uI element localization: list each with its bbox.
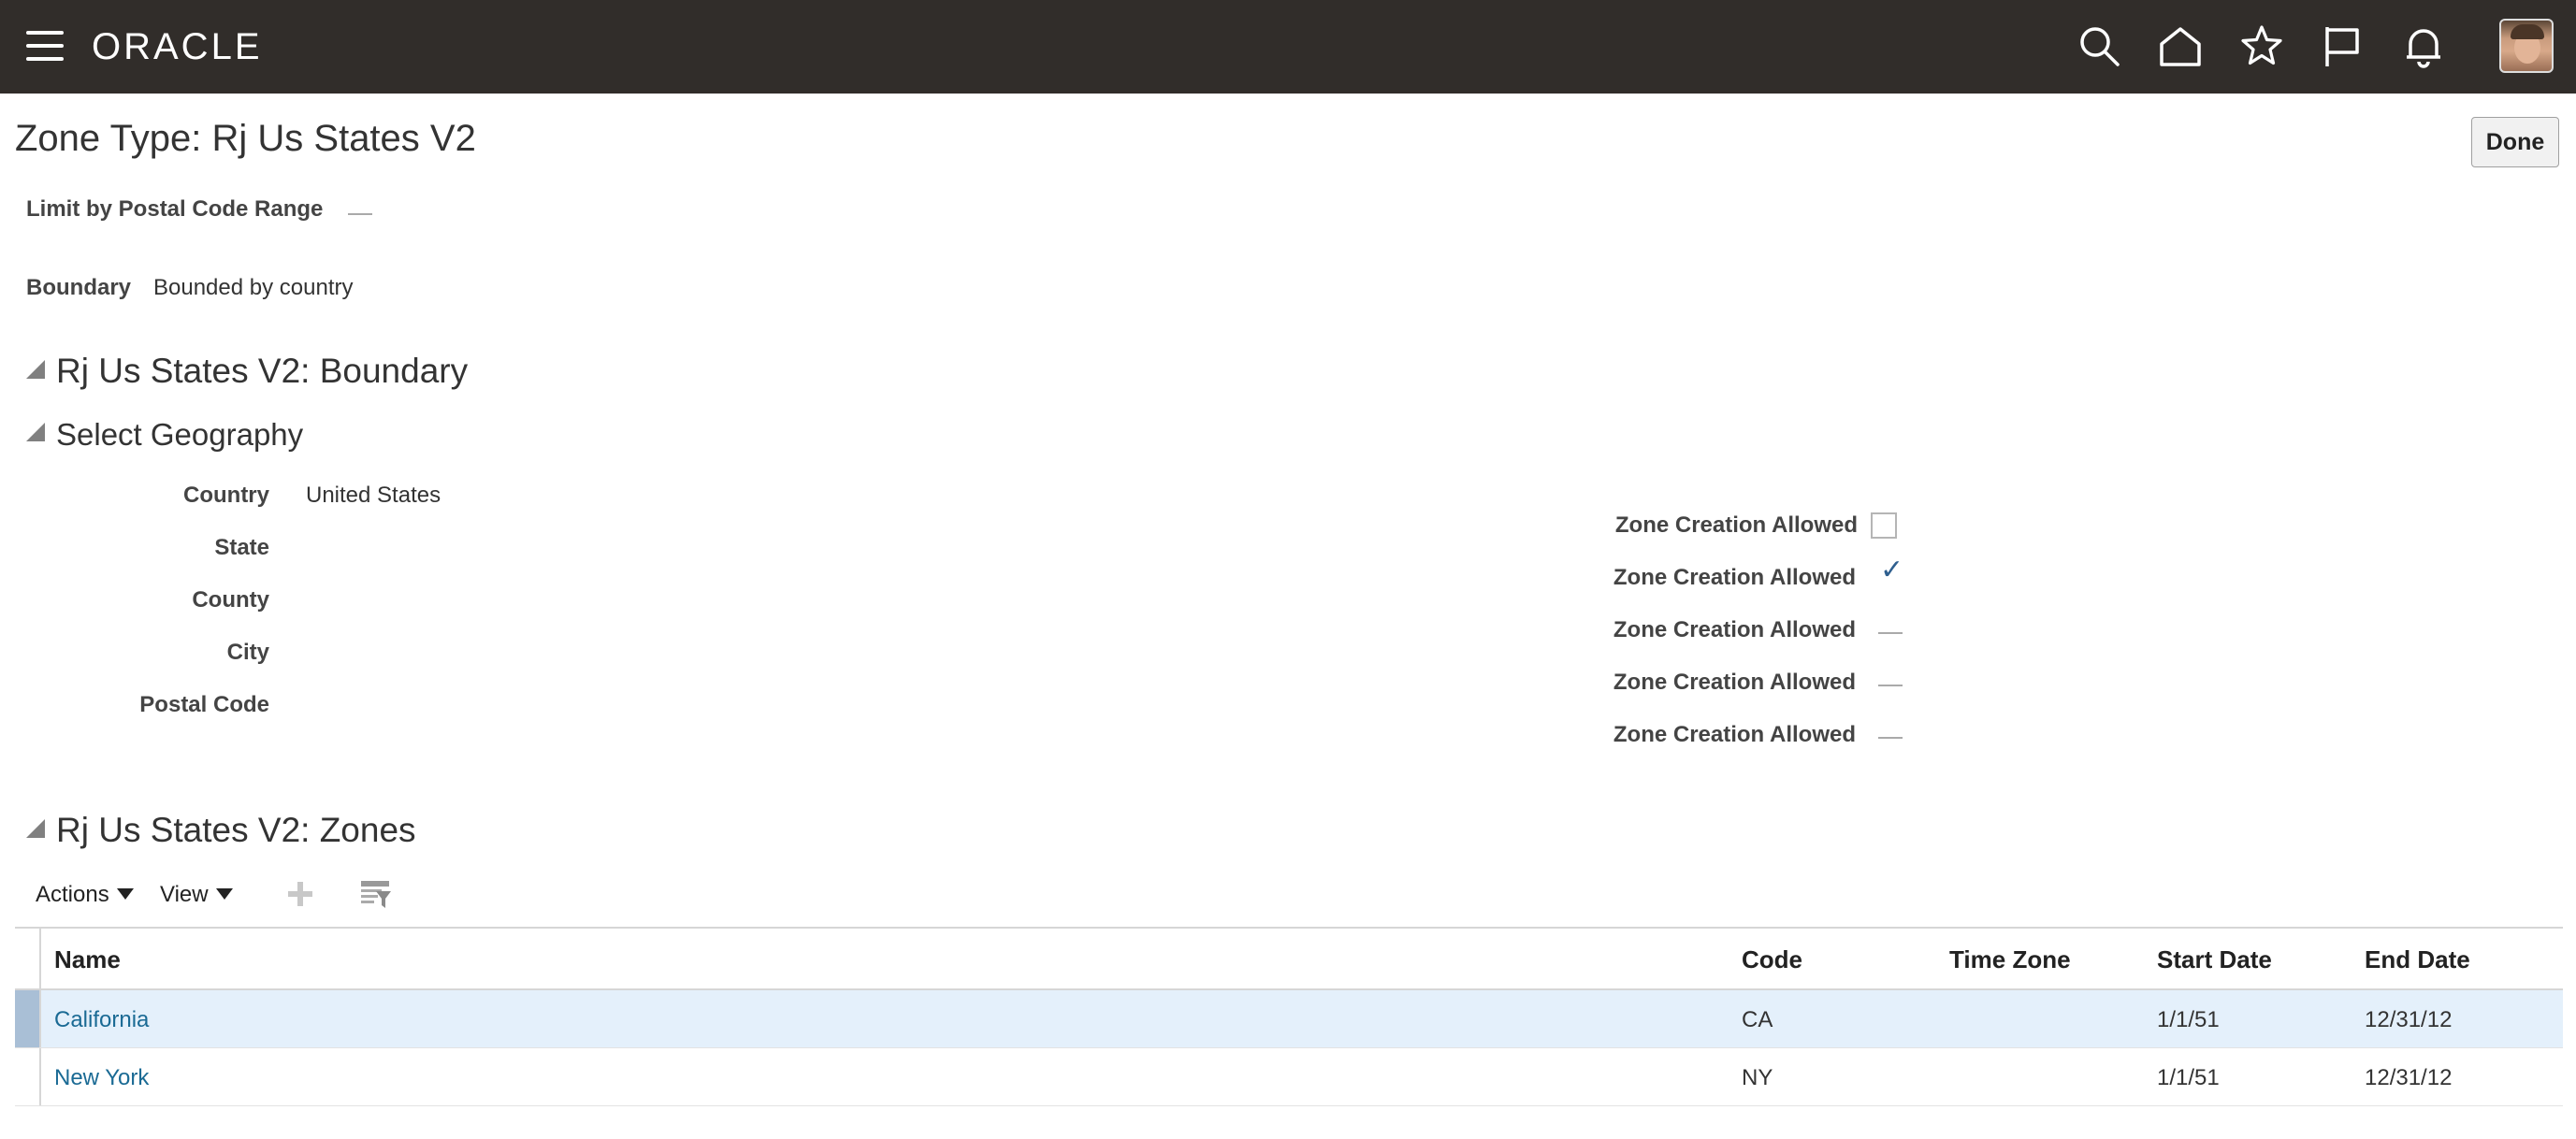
zone-code: CA	[1742, 1007, 1773, 1032]
boundary-value: Bounded by country	[153, 275, 354, 300]
zone-creation-allowed-value-county	[1878, 632, 1903, 634]
zone-name-link[interactable]: New York	[54, 1065, 149, 1091]
home-icon[interactable]	[2158, 23, 2203, 68]
table-header-row: Name Code Time Zone Start Date End Date	[15, 927, 2563, 992]
geo-level-label-city: City	[226, 640, 269, 665]
table-row[interactable]: New York NY 1/1/51 12/31/12	[15, 1048, 2563, 1106]
actions-menu-label: Actions	[36, 882, 109, 907]
section-zones-header[interactable]: Rj Us States V2: Zones	[26, 811, 416, 850]
zone-creation-allowed-value-city	[1878, 685, 1903, 686]
zone-start-date: 1/1/51	[2157, 1065, 2220, 1090]
search-icon[interactable]	[2077, 23, 2121, 68]
geo-level-label-state: State	[214, 535, 269, 560]
star-icon[interactable]	[2239, 23, 2284, 68]
collapse-triangle-icon[interactable]	[26, 360, 45, 379]
section-boundary-title: Rj Us States V2: Boundary	[56, 352, 469, 390]
column-header-time-zone[interactable]: Time Zone	[1949, 945, 2071, 974]
column-header-end-date[interactable]: End Date	[2365, 945, 2470, 974]
zone-creation-allowed-label-state: Zone Creation Allowed	[1613, 565, 1856, 590]
caret-down-icon	[215, 888, 233, 900]
zone-end-date: 12/31/12	[2365, 1007, 2453, 1032]
zone-creation-allowed-value-postal-code	[1878, 737, 1903, 739]
zone-end-date: 12/31/12	[2365, 1065, 2453, 1090]
zone-code: NY	[1742, 1065, 1773, 1090]
geo-level-label-county: County	[192, 587, 269, 613]
add-icon[interactable]	[285, 879, 315, 909]
done-button[interactable]: Done	[2471, 117, 2559, 167]
section-boundary-header[interactable]: Rj Us States V2: Boundary	[26, 352, 468, 391]
view-menu-label: View	[160, 882, 209, 907]
collapse-triangle-icon[interactable]	[26, 423, 45, 441]
column-header-start-date[interactable]: Start Date	[2157, 945, 2272, 974]
limit-by-postal-code-range-label: Limit by Postal Code Range	[26, 196, 324, 222]
column-header-code[interactable]: Code	[1742, 945, 1802, 974]
actions-menu[interactable]: Actions	[36, 882, 134, 908]
menu-icon[interactable]	[26, 31, 64, 63]
check-icon: ✓	[1880, 555, 1904, 585]
geo-level-label-postal-code: Postal Code	[139, 692, 269, 717]
zone-creation-allowed-label-country: Zone Creation Allowed	[1614, 512, 1858, 538]
oracle-logo[interactable]: ORACLE	[92, 26, 263, 68]
page-title: Zone Type: Rj Us States V2	[15, 118, 476, 159]
section-select-geography-title: Select Geography	[56, 417, 304, 452]
query-by-example-icon[interactable]	[359, 879, 393, 911]
geo-level-value-country: United States	[306, 483, 441, 508]
geo-level-label-country: Country	[183, 483, 269, 508]
collapse-triangle-icon[interactable]	[26, 819, 45, 838]
avatar[interactable]	[2499, 19, 2554, 73]
row-selector[interactable]	[15, 990, 41, 1047]
global-header: ORACLE	[0, 0, 2576, 94]
section-zones-title: Rj Us States V2: Zones	[56, 811, 416, 849]
zone-creation-allowed-checkbox-country[interactable]	[1871, 512, 1897, 539]
row-header-column	[15, 929, 41, 992]
table-row[interactable]: California CA 1/1/51 12/31/12	[15, 990, 2563, 1048]
column-header-name[interactable]: Name	[54, 945, 121, 974]
zone-name-link[interactable]: California	[54, 1007, 149, 1033]
zone-start-date: 1/1/51	[2157, 1007, 2220, 1032]
section-select-geography-header[interactable]: Select Geography	[26, 417, 303, 453]
zone-creation-allowed-label-postal-code: Zone Creation Allowed	[1613, 722, 1856, 747]
row-selector[interactable]	[15, 1048, 41, 1105]
flag-icon[interactable]	[2320, 23, 2365, 68]
boundary-label: Boundary	[26, 275, 132, 300]
zone-creation-allowed-label-city: Zone Creation Allowed	[1613, 670, 1856, 695]
caret-down-icon	[116, 888, 134, 900]
limit-by-postal-code-range-value	[348, 213, 372, 215]
view-menu[interactable]: View	[160, 882, 233, 908]
zone-creation-allowed-label-county: Zone Creation Allowed	[1613, 617, 1856, 642]
bell-icon[interactable]	[2401, 23, 2446, 68]
